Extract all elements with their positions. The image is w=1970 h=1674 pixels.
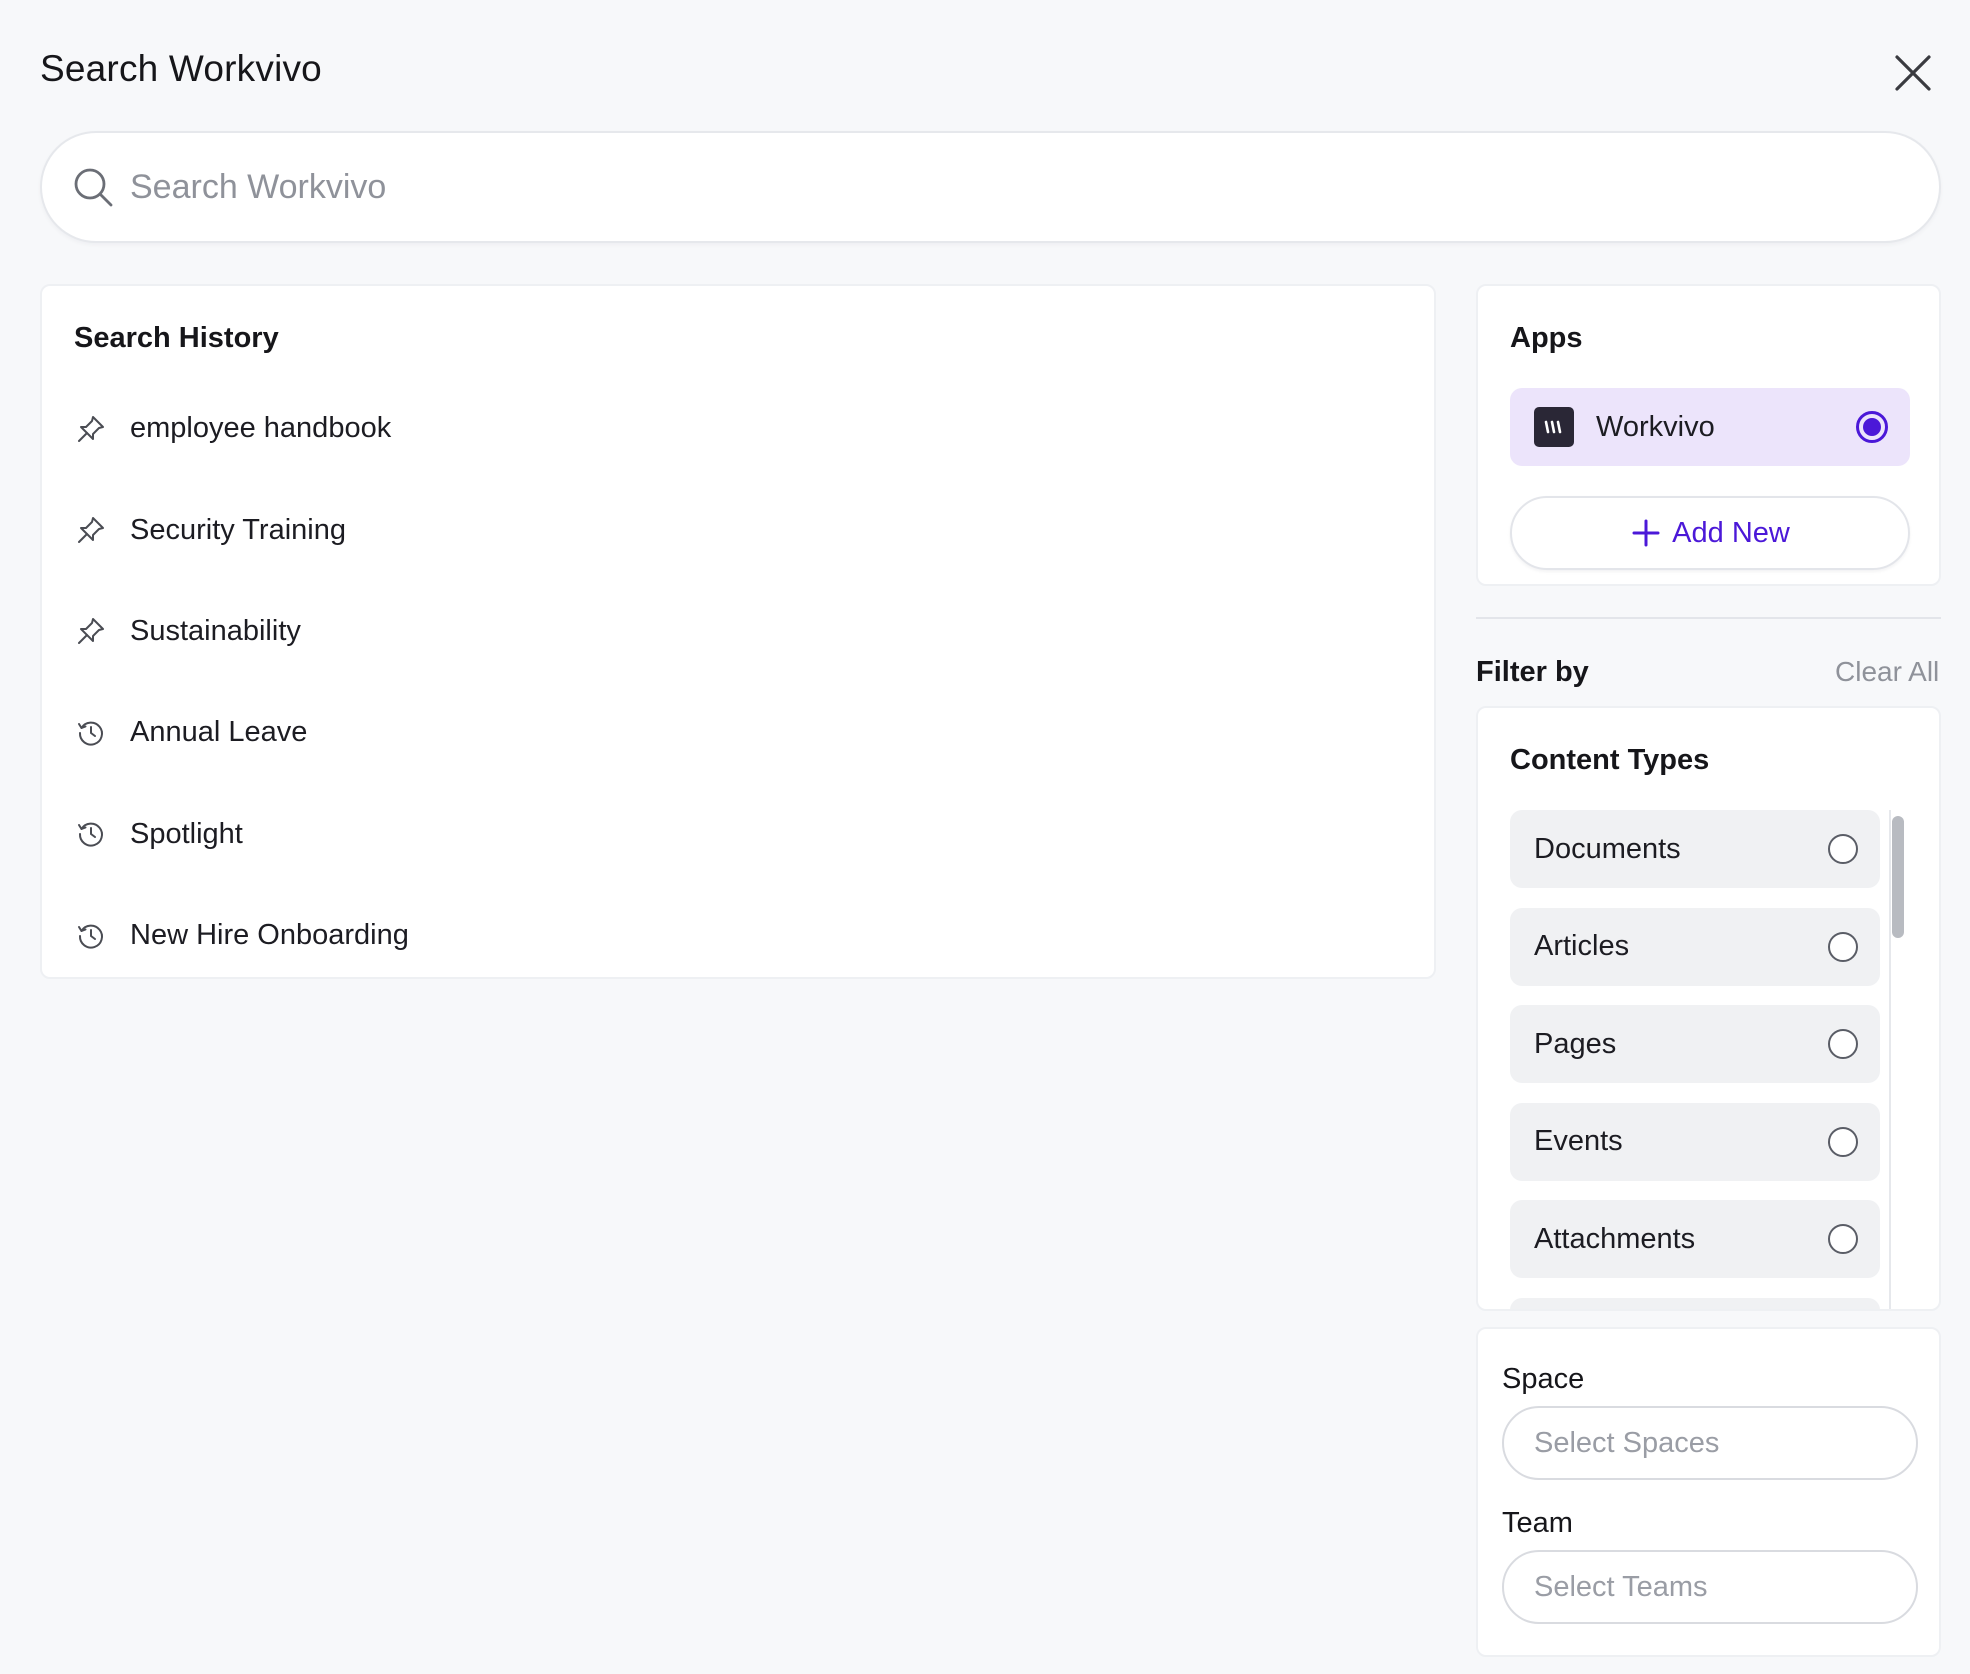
content-type-radio[interactable] bbox=[1828, 1029, 1858, 1059]
content-type-label: Attachments bbox=[1534, 1222, 1696, 1255]
add-new-app-button[interactable]: Add New bbox=[1510, 496, 1910, 570]
content-type-label: Documents bbox=[1534, 832, 1681, 865]
select-teams-field[interactable]: Select Teams bbox=[1502, 1550, 1918, 1624]
app-name: Workvivo bbox=[1596, 410, 1715, 443]
clear-all-button[interactable]: Clear All bbox=[1835, 656, 1939, 688]
content-type-radio[interactable] bbox=[1828, 1224, 1858, 1254]
history-item[interactable]: Sustainability bbox=[42, 581, 1434, 682]
space-team-panel: Space Select Spaces Team Select Teams bbox=[1476, 1327, 1941, 1657]
search-history-list: employee handbook Security Training Sust… bbox=[42, 378, 1434, 986]
search-icon bbox=[70, 164, 116, 210]
history-icon bbox=[74, 716, 108, 750]
dialog-title: Search Workvivo bbox=[40, 48, 322, 89]
history-item[interactable]: Annual Leave bbox=[42, 682, 1434, 783]
content-type-radio[interactable] bbox=[1828, 931, 1858, 962]
history-icon bbox=[74, 919, 108, 953]
history-item-label: Annual Leave bbox=[130, 716, 308, 749]
history-item-label: New Hire Onboarding bbox=[130, 919, 409, 952]
content-type-label: Pages bbox=[1534, 1027, 1617, 1060]
content-type-radio[interactable] bbox=[1828, 834, 1858, 864]
content-types-panel: Content Types Documents Articles Pages E… bbox=[1476, 706, 1941, 1311]
content-type-label: Events bbox=[1534, 1125, 1623, 1157]
pin-icon bbox=[74, 513, 108, 547]
search-dialog: Search Workvivo Search History employee … bbox=[0, 0, 1970, 1674]
history-icon bbox=[74, 817, 108, 851]
search-history-title: Search History bbox=[74, 322, 279, 354]
history-item[interactable]: New Hire Onboarding bbox=[42, 885, 1434, 986]
app-radio-selected[interactable] bbox=[1856, 411, 1888, 443]
history-item[interactable]: employee handbook bbox=[42, 378, 1434, 479]
search-input[interactable] bbox=[130, 167, 1939, 207]
app-option-workvivo[interactable]: Workvivo bbox=[1510, 388, 1910, 466]
content-type-pages[interactable]: Pages bbox=[1510, 1005, 1880, 1083]
content-type-partial-item[interactable] bbox=[1510, 1297, 1880, 1309]
content-type-documents[interactable]: Documents bbox=[1510, 810, 1880, 888]
apps-panel: Apps Workvivo Add New bbox=[1476, 284, 1941, 586]
content-types-title: Content Types bbox=[1510, 744, 1710, 776]
scrollbar-thumb[interactable] bbox=[1892, 816, 1904, 938]
workvivo-logo-icon bbox=[1534, 407, 1574, 447]
content-type-articles[interactable]: Articles bbox=[1510, 907, 1880, 986]
search-history-panel: Search History employee handbook Securit… bbox=[40, 284, 1436, 979]
history-item[interactable]: Security Training bbox=[42, 479, 1434, 580]
history-item-label: Spotlight bbox=[130, 817, 243, 850]
close-icon bbox=[1895, 55, 1931, 91]
content-type-radio[interactable] bbox=[1828, 1126, 1858, 1157]
pin-icon bbox=[74, 412, 108, 446]
history-item[interactable]: Spotlight bbox=[42, 784, 1434, 885]
history-item-label: Sustainability bbox=[130, 614, 301, 647]
content-type-events[interactable]: Events bbox=[1510, 1102, 1880, 1181]
plus-icon bbox=[1630, 517, 1662, 549]
close-button[interactable] bbox=[1886, 46, 1940, 100]
content-type-label: Articles bbox=[1534, 930, 1630, 962]
filter-by-title: Filter by bbox=[1476, 656, 1589, 688]
apps-title: Apps bbox=[1510, 322, 1583, 354]
divider bbox=[1476, 617, 1941, 619]
search-bar[interactable] bbox=[40, 131, 1941, 243]
history-item-label: employee handbook bbox=[130, 412, 392, 445]
history-item-label: Security Training bbox=[130, 513, 346, 546]
content-types-list: Documents Articles Pages Events Attachme… bbox=[1510, 810, 1880, 1309]
team-label: Team bbox=[1502, 1507, 1573, 1539]
space-label: Space bbox=[1502, 1363, 1585, 1395]
add-new-label: Add New bbox=[1672, 516, 1790, 549]
select-spaces-field[interactable]: Select Spaces bbox=[1502, 1406, 1918, 1480]
pin-icon bbox=[74, 614, 108, 648]
content-type-attachments[interactable]: Attachments bbox=[1510, 1200, 1880, 1278]
scrollbar-track[interactable] bbox=[1889, 810, 1891, 1309]
